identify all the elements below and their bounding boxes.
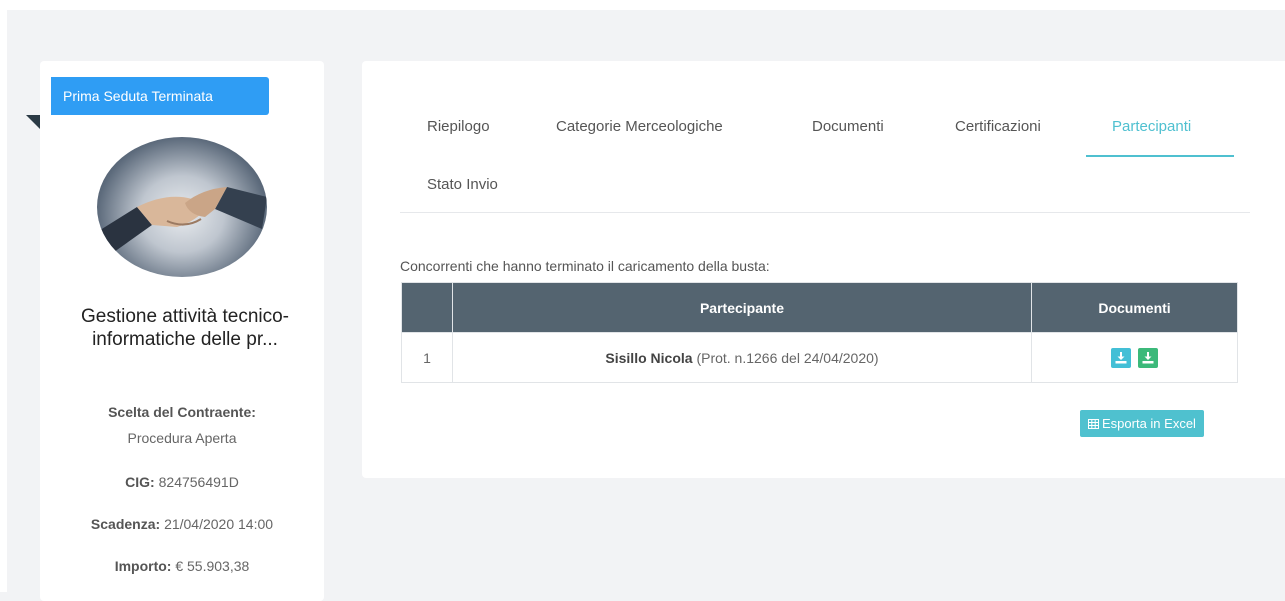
row-index: 1 (401, 332, 453, 383)
participants-table: Partecipante Documenti 1 Sisillo Nicola … (401, 282, 1238, 383)
handshake-image (97, 137, 267, 277)
active-tab-indicator (1086, 155, 1234, 157)
status-badge: Prima Seduta Terminata (51, 77, 269, 115)
row-documents (1031, 332, 1238, 383)
tab-certificazioni[interactable]: Certificazioni (955, 118, 1041, 135)
scelta-label-row: Scelta del Contraente: (40, 404, 324, 420)
tab-partecipanti[interactable]: Partecipanti (1112, 118, 1191, 135)
header-partecipante: Partecipante (452, 282, 1032, 333)
tab-categorie-merceologiche[interactable]: Categorie Merceologiche (556, 118, 723, 135)
participants-caption: Concorrenti che hanno terminato il caric… (400, 258, 770, 274)
tab-documenti[interactable]: Documenti (812, 118, 884, 135)
download-icon (1115, 351, 1127, 363)
download-icon (1142, 351, 1154, 363)
importo-label: Importo: (114, 558, 172, 574)
tender-title: Gestione attività tecnico-informatiche d… (80, 306, 290, 350)
scadenza-row: Scadenza: 21/04/2020 14:00 (40, 516, 324, 532)
export-excel-button[interactable]: Esporta in Excel (1080, 410, 1204, 437)
participant-name: Sisillo Nicola (605, 349, 693, 366)
importo-row: Importo: € 55.903,38 (40, 558, 324, 574)
tab-riepilogo[interactable]: Riepilogo (427, 118, 490, 135)
row-participant: Sisillo Nicola (Prot. n.1266 del 24/04/2… (452, 332, 1032, 383)
cig-row: CIG: 824756491D (40, 474, 324, 490)
table-icon (1088, 419, 1099, 429)
cig-value: 824756491D (158, 474, 239, 490)
participant-detail: (Prot. n.1266 del 24/04/2020) (696, 349, 879, 366)
tab-stato-invio[interactable]: Stato Invio (427, 176, 498, 193)
header-index (401, 282, 453, 333)
handshake-icon (97, 187, 267, 257)
table-header-row: Partecipante Documenti (401, 282, 1238, 333)
top-strip (0, 0, 1285, 10)
scelta-value: Procedura Aperta (127, 430, 237, 446)
scadenza-label: Scadenza: (90, 516, 161, 532)
header-documenti: Documenti (1031, 282, 1238, 333)
export-excel-label: Esporta in Excel (1102, 416, 1196, 431)
scelta-label: Scelta del Contraente: (108, 404, 256, 420)
table-row: 1 Sisillo Nicola (Prot. n.1266 del 24/04… (401, 332, 1238, 383)
tabs-divider (400, 212, 1250, 213)
cig-label: CIG: (125, 474, 155, 490)
importo-value: € 55.903,38 (175, 558, 250, 574)
left-edge (0, 10, 7, 592)
scadenza-value: 21/04/2020 14:00 (164, 516, 274, 532)
ribbon-fold (26, 115, 40, 129)
download-button-blue[interactable] (1110, 347, 1131, 368)
download-button-green[interactable] (1138, 347, 1159, 368)
